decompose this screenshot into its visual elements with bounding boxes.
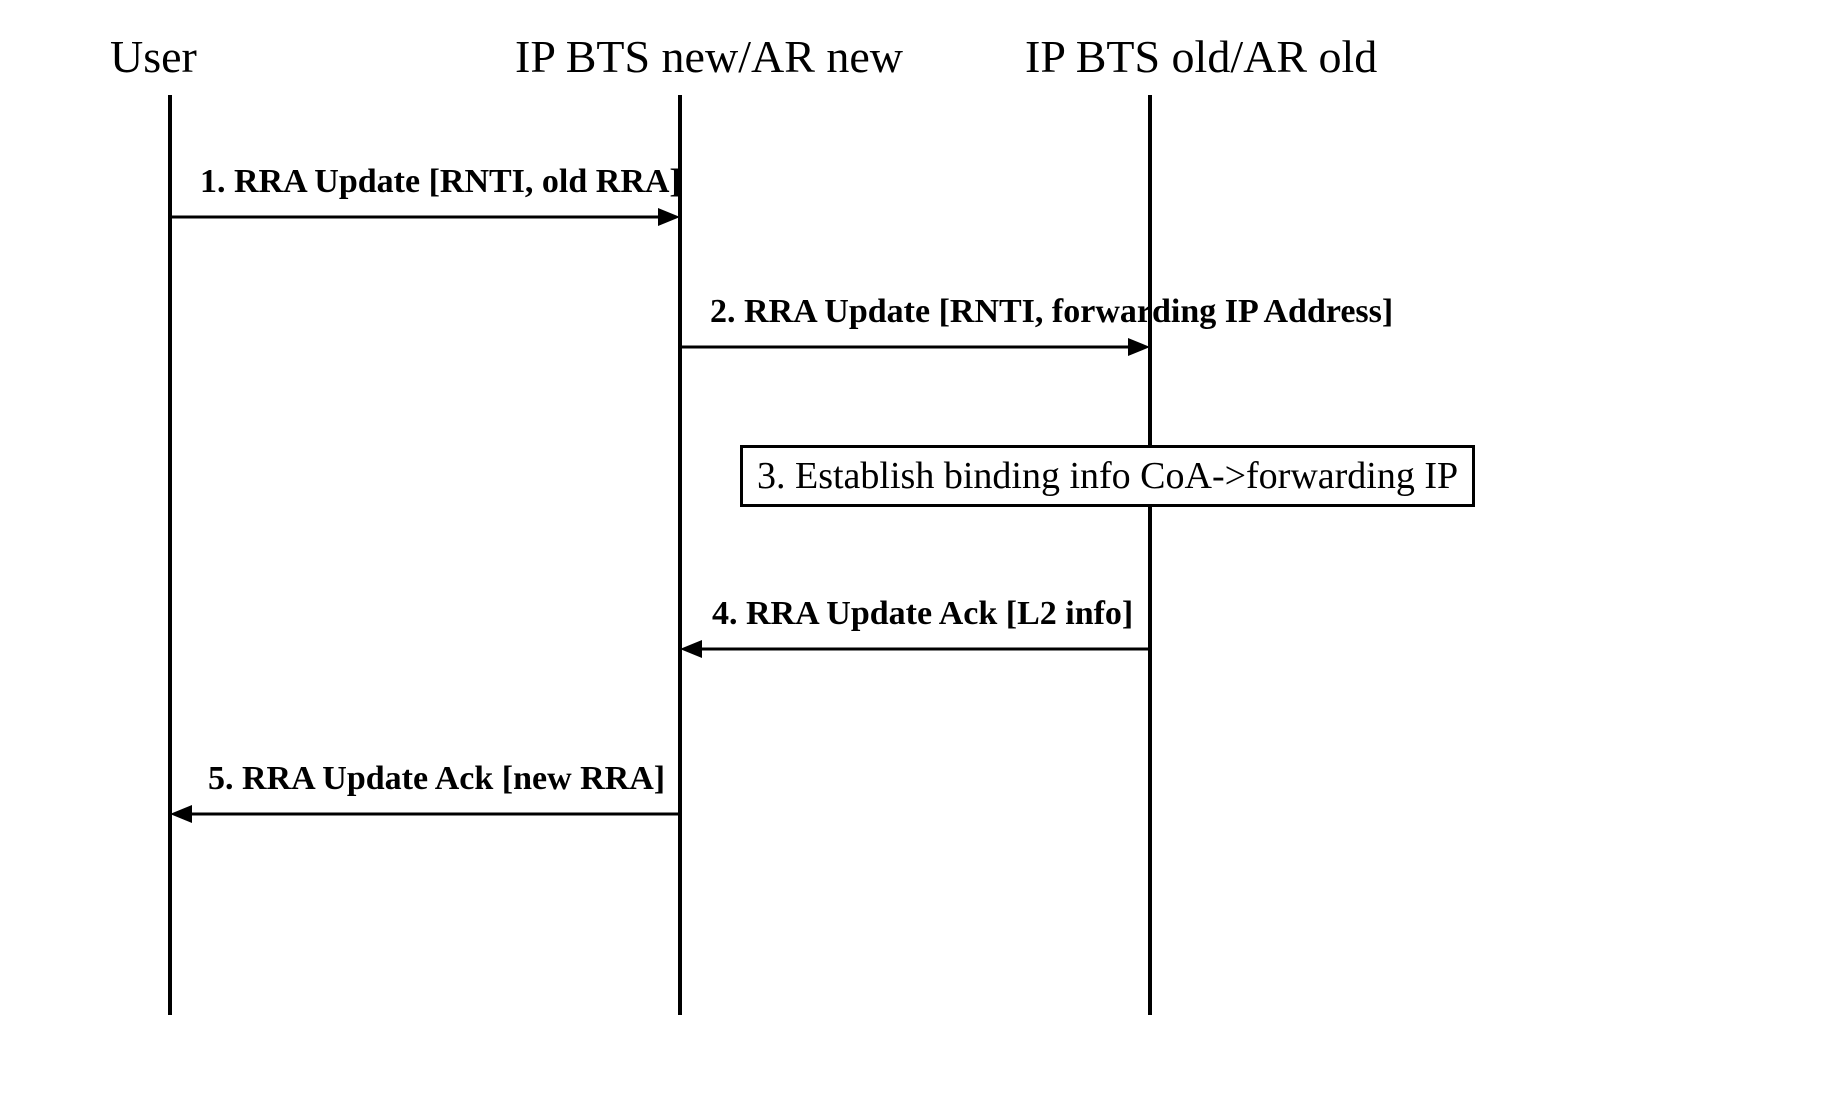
lifeline-old xyxy=(1148,95,1152,1015)
sequence-diagram: User IP BTS new/AR new IP BTS old/AR old… xyxy=(0,0,1833,1096)
message-2-label: 2. RRA Update [RNTI, forwarding IP Addre… xyxy=(710,293,1393,331)
arrow-message-1 xyxy=(168,205,682,235)
message-1-label: 1. RRA Update [RNTI, old RRA] xyxy=(200,163,681,201)
participant-user: User xyxy=(110,30,197,83)
arrow-message-5 xyxy=(168,802,682,832)
message-5-label: 5. RRA Update Ack [new RRA] xyxy=(208,760,665,798)
arrow-message-4 xyxy=(678,637,1152,667)
participant-old: IP BTS old/AR old xyxy=(1025,30,1377,83)
message-4-label: 4. RRA Update Ack [L2 info] xyxy=(712,595,1133,633)
arrow-message-2 xyxy=(678,335,1152,365)
participant-new: IP BTS new/AR new xyxy=(515,30,903,83)
message-3-box: 3. Establish binding info CoA->forwardin… xyxy=(740,445,1475,507)
